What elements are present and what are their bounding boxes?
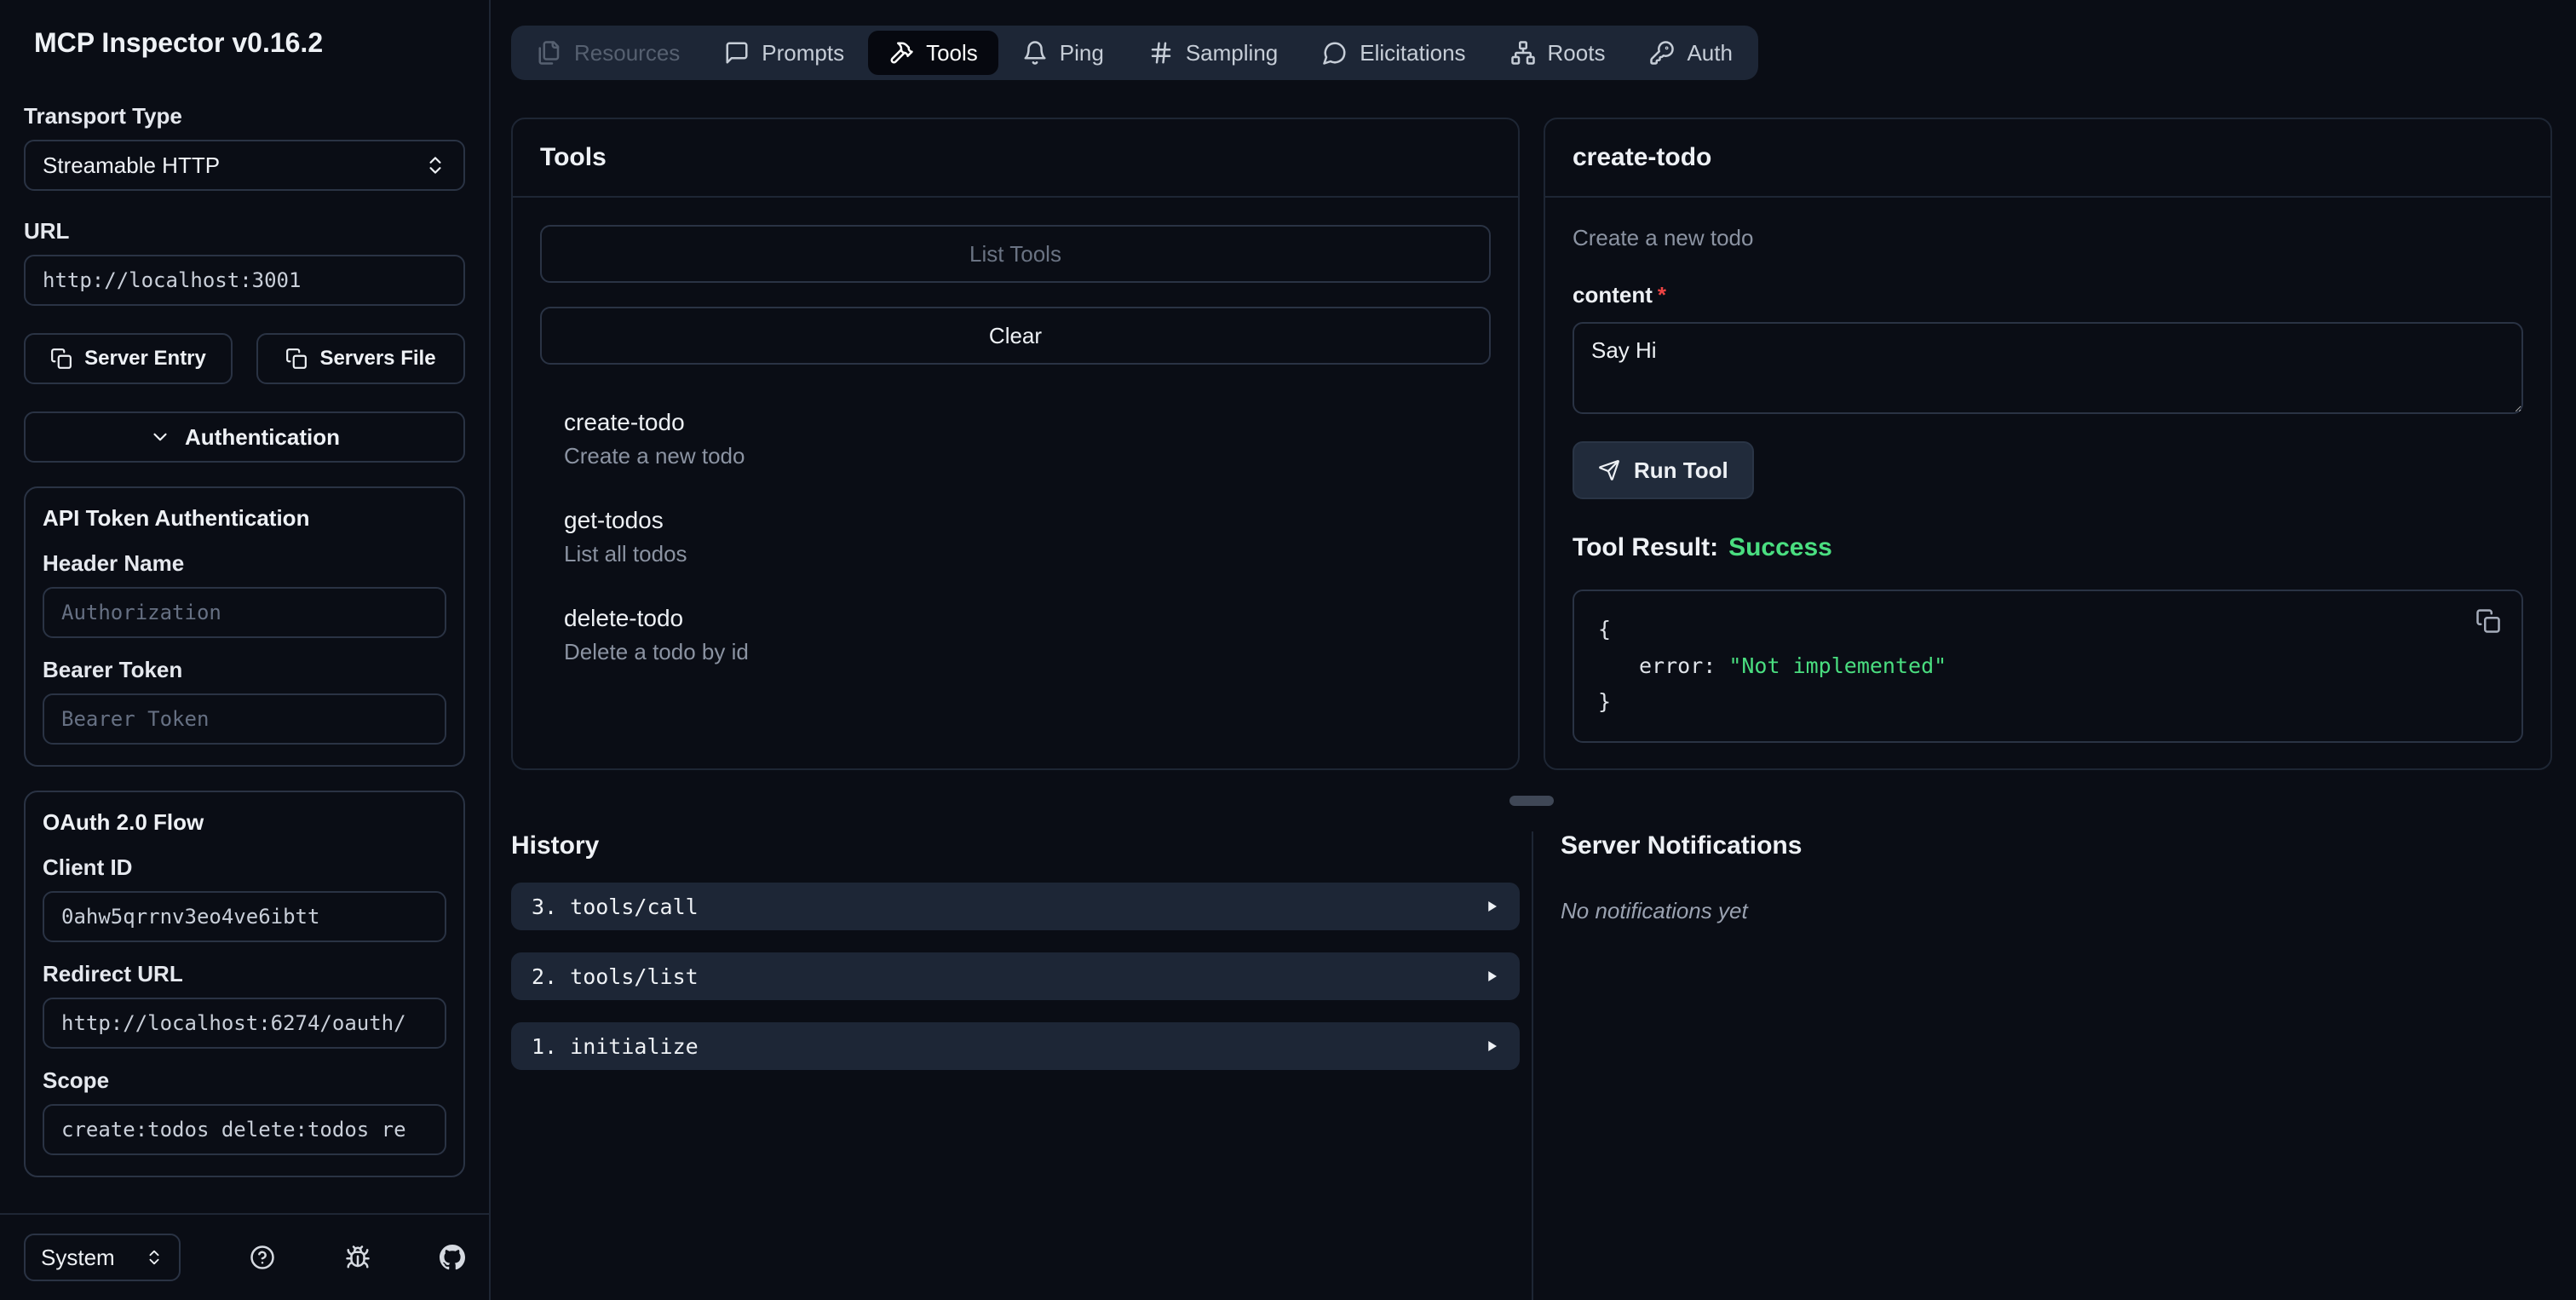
oauth-title: OAuth 2.0 Flow xyxy=(43,809,204,835)
tool-list-item[interactable]: get-todos List all todos xyxy=(540,507,1491,567)
chevron-down-icon xyxy=(149,426,171,448)
network-icon xyxy=(1510,40,1536,66)
server-buttons-row: Server Entry Servers File xyxy=(24,333,465,384)
expand-play-icon xyxy=(1484,1038,1499,1054)
copy-icon xyxy=(285,348,308,370)
app-title: MCP Inspector v0.16.2 xyxy=(34,27,324,58)
tool-list-item[interactable]: create-todo Create a new todo xyxy=(540,409,1491,469)
help-circle-icon xyxy=(250,1245,275,1270)
servers-file-button[interactable]: Servers File xyxy=(256,333,465,384)
tools-panel-title: Tools xyxy=(513,119,1518,198)
github-icon xyxy=(440,1245,465,1270)
help-button[interactable] xyxy=(250,1245,275,1270)
hammer-icon xyxy=(888,40,914,66)
transport-type-value: Streamable HTTP xyxy=(43,152,221,178)
key-icon xyxy=(1649,40,1675,66)
tool-detail-panel: create-todo Create a new todo content * S… xyxy=(1544,118,2552,770)
bearer-token-input[interactable] xyxy=(43,693,446,745)
theme-value: System xyxy=(41,1244,115,1270)
scope-label: Scope xyxy=(43,1067,110,1093)
files-icon xyxy=(537,40,562,66)
api-token-title: API Token Authentication xyxy=(43,505,310,531)
history-item[interactable]: 3. tools/call xyxy=(511,883,1520,930)
sidebar: MCP Inspector v0.16.2 Transport Type Str… xyxy=(0,0,491,1300)
tab-prompts[interactable]: Prompts xyxy=(704,31,865,75)
copy-result-button[interactable] xyxy=(2475,608,2501,634)
list-tools-button[interactable]: List Tools xyxy=(540,225,1491,283)
expand-play-icon xyxy=(1484,899,1499,914)
chevrons-up-down-icon xyxy=(145,1248,164,1267)
tool-list-item[interactable]: delete-todo Delete a todo by id xyxy=(540,605,1491,665)
debug-button[interactable] xyxy=(345,1245,371,1270)
header-name-label: Header Name xyxy=(43,550,185,576)
bug-icon xyxy=(345,1245,371,1270)
notifications-empty-message: No notifications yet xyxy=(1561,898,1748,923)
tab-tools[interactable]: Tools xyxy=(868,31,998,75)
bearer-token-label: Bearer Token xyxy=(43,657,183,682)
redirect-url-label: Redirect URL xyxy=(43,961,183,987)
history-panel: History 3. tools/call 2. tools/list 1. i… xyxy=(511,831,1532,1300)
notifications-title: Server Notifications xyxy=(1561,831,1803,860)
tab-sampling[interactable]: Sampling xyxy=(1128,31,1298,75)
tab-elicitations[interactable]: Elicitations xyxy=(1302,31,1486,75)
splitter-handle[interactable] xyxy=(1509,796,1554,806)
clear-button[interactable]: Clear xyxy=(540,307,1491,365)
transport-type-select[interactable]: Streamable HTTP xyxy=(24,140,465,191)
tab-auth[interactable]: Auth xyxy=(1629,31,1753,75)
tab-ping[interactable]: Ping xyxy=(1002,31,1124,75)
transport-type-label: Transport Type xyxy=(24,103,182,129)
message-circle-icon xyxy=(1322,40,1348,66)
tab-roots[interactable]: Roots xyxy=(1490,31,1626,75)
pane-splitter[interactable] xyxy=(511,770,2552,831)
run-tool-button[interactable]: Run Tool xyxy=(1573,441,1754,499)
hash-icon xyxy=(1148,40,1174,66)
tool-result-json: { error: "Not implemented" } xyxy=(1573,590,2523,743)
copy-icon xyxy=(2475,608,2501,634)
url-input[interactable] xyxy=(24,255,465,306)
tab-resources[interactable]: Resources xyxy=(516,31,700,75)
client-id-label: Client ID xyxy=(43,854,133,880)
content-grid: Tools List Tools Clear create-todo Creat… xyxy=(491,80,2576,1300)
redirect-url-input[interactable] xyxy=(43,998,446,1049)
content-field-input[interactable]: Say Hi xyxy=(1573,322,2523,414)
scope-input[interactable] xyxy=(43,1104,446,1155)
send-icon xyxy=(1598,459,1620,481)
authentication-toggle[interactable]: Authentication xyxy=(24,411,465,463)
tool-result-line: Tool Result: Success xyxy=(1573,533,1832,561)
required-mark: * xyxy=(1657,282,1667,308)
tools-panel: Tools List Tools Clear create-todo Creat… xyxy=(511,118,1520,770)
result-status: Success xyxy=(1728,533,1832,561)
oauth-card: OAuth 2.0 Flow Client ID Redirect URL Sc… xyxy=(24,791,465,1177)
url-label: URL xyxy=(24,218,70,244)
server-entry-button[interactable]: Server Entry xyxy=(24,333,233,384)
history-item[interactable]: 1. initialize xyxy=(511,1022,1520,1070)
theme-select[interactable]: System xyxy=(24,1234,181,1281)
main-area: Resources Prompts Tools Ping Sampling El… xyxy=(491,0,2576,1300)
history-item[interactable]: 2. tools/list xyxy=(511,952,1520,1000)
sidebar-footer: System xyxy=(0,1213,489,1300)
bell-icon xyxy=(1022,40,1048,66)
tool-detail-title: create-todo xyxy=(1545,119,2550,198)
sidebar-body: Transport Type Streamable HTTP URL Serve… xyxy=(0,76,489,1213)
client-id-input[interactable] xyxy=(43,891,446,942)
tool-detail-description: Create a new todo xyxy=(1573,225,1754,250)
chevrons-up-down-icon xyxy=(424,154,446,176)
tab-bar: Resources Prompts Tools Ping Sampling El… xyxy=(511,26,1758,80)
message-square-icon xyxy=(724,40,750,66)
history-title: History xyxy=(511,831,600,860)
github-button[interactable] xyxy=(440,1245,465,1270)
api-token-card: API Token Authentication Header Name Bea… xyxy=(24,486,465,767)
header-name-input[interactable] xyxy=(43,587,446,638)
expand-play-icon xyxy=(1484,969,1499,984)
app-root: MCP Inspector v0.16.2 Transport Type Str… xyxy=(0,0,2576,1300)
copy-icon xyxy=(50,348,72,370)
content-field-label: content * xyxy=(1573,282,1667,308)
notifications-panel: Server Notifications No notifications ye… xyxy=(1532,831,2552,1300)
